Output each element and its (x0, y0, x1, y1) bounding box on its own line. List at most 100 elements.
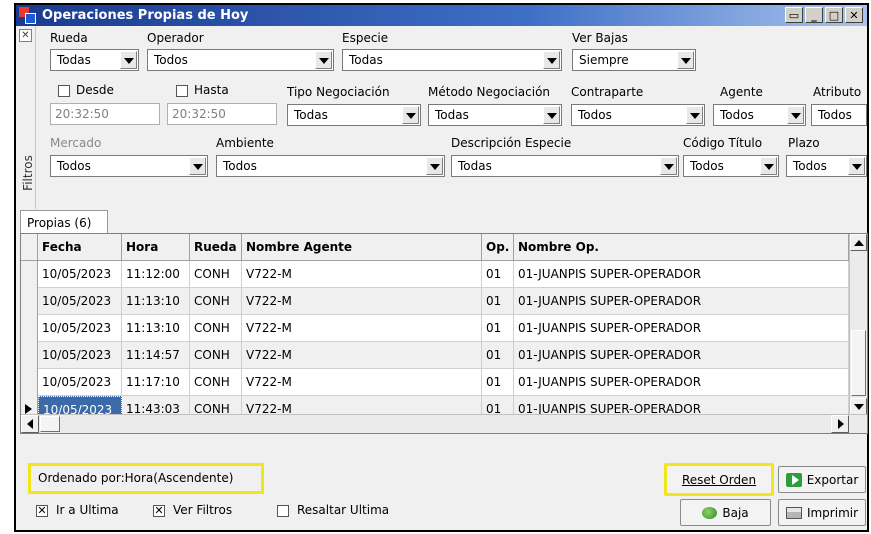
table-row[interactable]: 10/05/2023 11:13:10 CONH V722-M 01 01-JU… (21, 288, 849, 315)
chevron-down-icon (189, 157, 206, 175)
descripcion-especie-select[interactable]: Todas (451, 155, 679, 177)
plazo-select[interactable]: Todos (786, 155, 867, 177)
cell-op[interactable]: 01 (482, 369, 514, 396)
row-header[interactable] (21, 261, 38, 288)
cell-op[interactable]: 01 (482, 288, 514, 315)
hasta-checkbox[interactable] (176, 85, 188, 97)
contraparte-select[interactable]: Todos (571, 104, 705, 126)
exportar-button[interactable]: Exportar (778, 466, 866, 493)
hasta-label: Hasta (194, 83, 229, 97)
metodo-negociacion-label: Método Negociación (428, 85, 551, 99)
ambiente-select[interactable]: Todos (216, 155, 445, 177)
descripcion-especie-label: Descripción Especie (451, 136, 572, 150)
desde-label: Desde (76, 83, 114, 97)
header-corner (21, 234, 38, 261)
vertical-scrollbar[interactable] (849, 234, 867, 415)
cell-hora[interactable]: 11:12:00 (122, 261, 190, 288)
column-header-op[interactable]: Op. (482, 234, 514, 261)
row-header[interactable] (21, 315, 38, 342)
export-icon (785, 472, 802, 487)
resaltar-ultima-label: Resaltar Ultima (297, 503, 390, 517)
scroll-down-icon[interactable] (850, 398, 867, 415)
tab-propias[interactable]: Propias (6) (20, 210, 108, 234)
cell-fecha[interactable]: 10/05/2023 (38, 369, 122, 396)
cell-fecha[interactable]: 10/05/2023 (38, 261, 122, 288)
reset-orden-label: Reset Orden (681, 472, 757, 487)
close-filters-icon[interactable]: ✕ (19, 29, 32, 42)
ver-filtros-checkbox[interactable]: ✕ (153, 505, 165, 517)
restore-icon[interactable]: ▭ (785, 7, 803, 23)
cell-nombre-agente[interactable]: V722-M (242, 261, 482, 288)
cell-rueda[interactable]: CONH (190, 369, 242, 396)
table-row[interactable]: 10/05/2023 11:14:57 CONH V722-M 01 01-JU… (21, 342, 849, 369)
cell-fecha[interactable]: 10/05/2023 (38, 288, 122, 315)
cell-nombre-agente[interactable]: V722-M (242, 288, 482, 315)
cell-op[interactable]: 01 (482, 261, 514, 288)
cell-nombre-op[interactable]: 01-JUANPIS SUPER-OPERADOR (514, 261, 849, 288)
column-header-fecha[interactable]: Fecha (38, 234, 122, 261)
vertical-scroll-thumb[interactable] (851, 330, 866, 396)
column-header-hora[interactable]: Hora (122, 234, 190, 261)
desde-checkbox[interactable] (58, 85, 70, 97)
scroll-left-icon[interactable] (21, 415, 39, 433)
agente-select[interactable]: Todos (713, 104, 806, 126)
cell-nombre-agente[interactable]: V722-M (242, 369, 482, 396)
app-icon (19, 7, 36, 24)
cell-op[interactable]: 01 (482, 315, 514, 342)
close-icon[interactable]: ✕ (845, 7, 863, 23)
tipo-negociacion-select[interactable]: Todas (287, 104, 421, 126)
row-header[interactable] (21, 288, 38, 315)
table-row[interactable]: 10/05/2023 11:13:10 CONH V722-M 01 01-JU… (21, 315, 849, 342)
cell-nombre-op[interactable]: 01-JUANPIS SUPER-OPERADOR (514, 369, 849, 396)
cell-nombre-op[interactable]: 01-JUANPIS SUPER-OPERADOR (514, 288, 849, 315)
cell-hora[interactable]: 11:17:10 (122, 369, 190, 396)
cell-rueda[interactable]: CONH (190, 342, 242, 369)
row-header[interactable] (21, 369, 38, 396)
imprimir-button[interactable]: Imprimir (778, 499, 866, 526)
reset-orden-button[interactable]: Reset Orden (664, 463, 774, 496)
column-header-rueda[interactable]: Rueda (190, 234, 242, 261)
desde-time-input[interactable]: 20:32:50 (50, 103, 160, 125)
table-row[interactable]: 10/05/2023 11:17:10 CONH V722-M 01 01-JU… (21, 369, 849, 396)
chevron-down-icon (315, 51, 332, 69)
cell-fecha[interactable]: 10/05/2023 (38, 342, 122, 369)
resaltar-ultima-checkbox[interactable] (277, 505, 289, 517)
metodo-negociacion-select[interactable]: Todas (428, 104, 562, 126)
ver-bajas-select[interactable]: Siempre (572, 49, 696, 71)
minimize-icon[interactable]: _ (805, 7, 823, 23)
cell-op[interactable]: 01 (482, 342, 514, 369)
cell-nombre-agente[interactable]: V722-M (242, 315, 482, 342)
atributo-select[interactable]: Todos (811, 104, 867, 126)
table-row[interactable]: 10/05/2023 11:12:00 CONH V722-M 01 01-JU… (21, 261, 849, 288)
operador-select[interactable]: Todos (147, 49, 334, 71)
cell-hora[interactable]: 11:14:57 (122, 342, 190, 369)
especie-select[interactable]: Todas (342, 49, 562, 71)
cell-rueda[interactable]: CONH (190, 261, 242, 288)
column-header-nombre-op[interactable]: Nombre Op. (514, 234, 849, 261)
baja-button[interactable]: Baja (680, 499, 771, 526)
mercado-select[interactable]: Todos (50, 155, 208, 177)
horizontal-scrollbar[interactable] (21, 414, 867, 433)
horizontal-scroll-thumb[interactable] (40, 416, 60, 432)
column-header-nombre-agente[interactable]: Nombre Agente (242, 234, 482, 261)
title-bar[interactable]: Operaciones Propias de Hoy ▭ _ □ ✕ (16, 5, 867, 26)
hasta-time-input[interactable]: 20:32:50 (167, 103, 277, 125)
chevron-down-icon (402, 106, 419, 124)
row-header[interactable] (21, 342, 38, 369)
cell-nombre-op[interactable]: 01-JUANPIS SUPER-OPERADOR (514, 315, 849, 342)
cell-hora[interactable]: 11:13:10 (122, 315, 190, 342)
cell-fecha[interactable]: 10/05/2023 (38, 315, 122, 342)
codigo-titulo-select[interactable]: Todos (683, 155, 779, 177)
scroll-right-icon[interactable] (831, 415, 849, 433)
baja-label: Baja (722, 505, 749, 520)
rueda-select[interactable]: Todas (50, 49, 139, 71)
maximize-icon[interactable]: □ (825, 7, 843, 23)
scroll-up-icon[interactable] (850, 234, 867, 251)
cell-nombre-agente[interactable]: V722-M (242, 342, 482, 369)
rueda-label: Rueda (50, 31, 88, 45)
ir-a-ultima-checkbox[interactable]: ✕ (36, 505, 48, 517)
cell-rueda[interactable]: CONH (190, 315, 242, 342)
cell-nombre-op[interactable]: 01-JUANPIS SUPER-OPERADOR (514, 342, 849, 369)
cell-rueda[interactable]: CONH (190, 288, 242, 315)
cell-hora[interactable]: 11:13:10 (122, 288, 190, 315)
